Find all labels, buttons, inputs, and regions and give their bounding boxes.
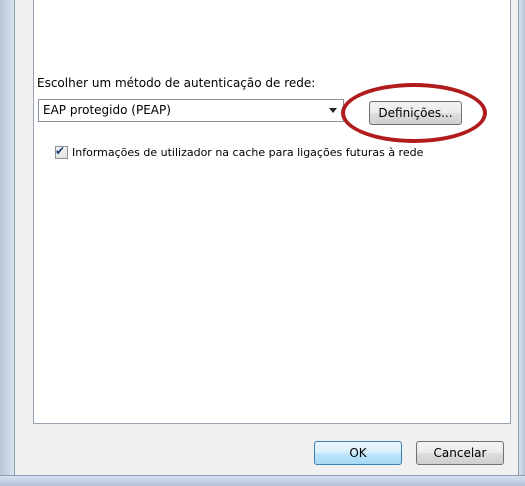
auth-method-label: Escolher um método de autenticação de re…: [37, 76, 316, 90]
window-right-border: [518, 0, 525, 486]
window-left-border: [0, 0, 15, 486]
cache-checkbox-label: Informações de utilizador na cache para …: [72, 146, 424, 159]
tab-page-panel: [33, 0, 511, 424]
window-bottom-border: [0, 475, 525, 486]
auth-method-dropdown[interactable]: EAP protegido (PEAP): [38, 99, 344, 122]
ok-button[interactable]: OK: [314, 441, 402, 465]
cancel-button[interactable]: Cancelar: [416, 441, 504, 465]
checkmark-icon: ✔: [55, 144, 66, 158]
cache-checkbox[interactable]: ✔: [55, 144, 68, 159]
chevron-down-icon: [329, 108, 337, 113]
red-highlight-circle: [341, 83, 487, 143]
dialog-client-area: [15, 0, 518, 475]
auth-method-value: EAP protegido (PEAP): [43, 103, 171, 117]
